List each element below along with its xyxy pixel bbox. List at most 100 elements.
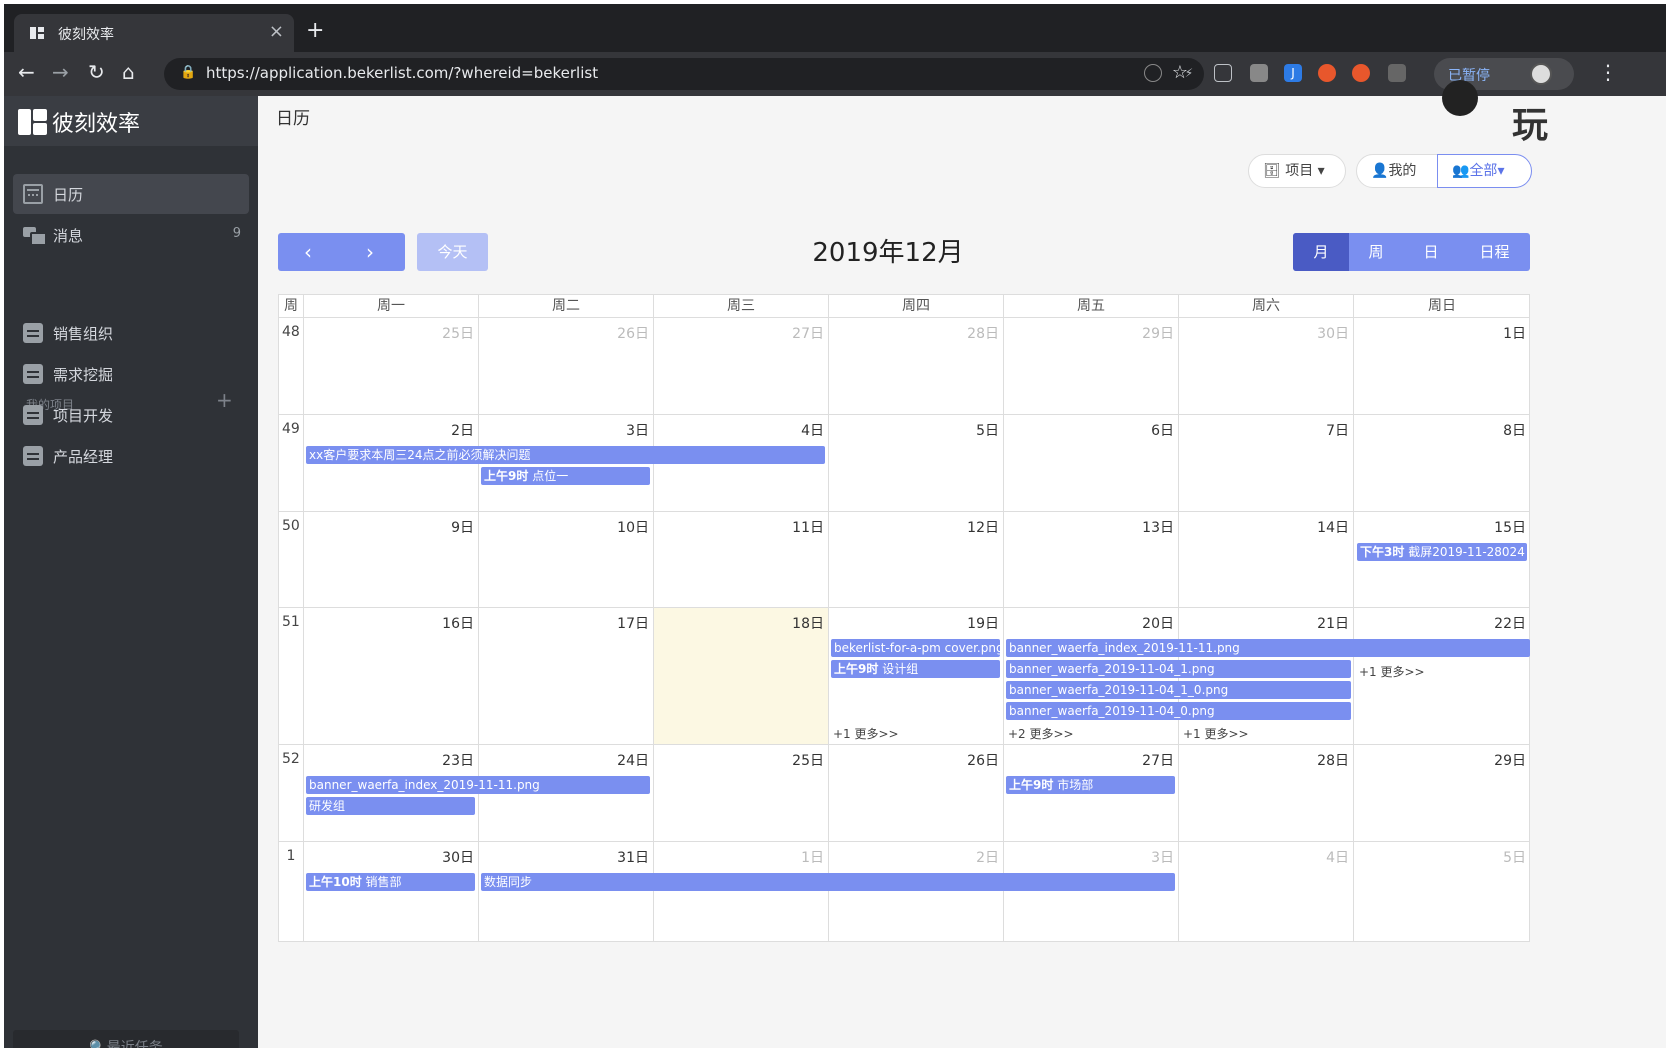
view-week-button[interactable]: 周 [1349, 233, 1403, 271]
day-cell[interactable]: 17日 [479, 608, 654, 745]
day-cell[interactable]: 1日 [1354, 318, 1530, 415]
day-cell[interactable]: 26日 [829, 745, 1004, 842]
day-cell[interactable]: 2日 [829, 842, 1004, 942]
extension-bolt-icon[interactable]: ⚡ [1180, 64, 1198, 82]
day-cell[interactable]: 8日 [1354, 415, 1530, 512]
calendar-event[interactable]: banner_waerfa_2019-11-04_1_0.png [1006, 681, 1351, 699]
view-day-button[interactable]: 日 [1403, 233, 1459, 271]
weekday-header: 周二 [479, 295, 654, 318]
extension-orange2-icon[interactable] [1352, 64, 1370, 82]
url-text: https://application.bekerlist.com/?where… [206, 64, 599, 82]
day-cell[interactable]: 5日 [829, 415, 1004, 512]
new-tab-icon[interactable]: + [306, 18, 324, 43]
browser-tab[interactable]: 彼刻效率 × [14, 14, 294, 52]
day-cell[interactable]: 30日 [1179, 318, 1354, 415]
calendar-event[interactable]: banner_waerfa_index_2019-11-11.png [306, 776, 650, 794]
day-cell[interactable]: 25日 [654, 745, 829, 842]
sidebar-item-calendar[interactable]: 日历 [13, 174, 249, 214]
extension-i-icon[interactable] [1214, 64, 1232, 82]
day-cell[interactable]: 4日 [1179, 842, 1354, 942]
day-number: 12日 [967, 520, 999, 536]
calendar-event[interactable]: 上午10时 销售部 [306, 873, 475, 891]
day-cell[interactable]: 26日 [479, 318, 654, 415]
day-cell[interactable]: 7日 [1179, 415, 1354, 512]
floating-app-icon[interactable] [1442, 80, 1478, 116]
weekday-header: 周三 [654, 295, 829, 318]
calendar-event[interactable]: 上午9时 设计组 [831, 660, 1000, 678]
day-cell[interactable]: 28日 [1179, 745, 1354, 842]
day-cell[interactable]: 16日 [304, 608, 479, 745]
event-title: 点位一 [532, 469, 569, 483]
day-cell[interactable]: 1日 [654, 842, 829, 942]
day-number: 15日 [1494, 520, 1526, 536]
sidebar-item-project[interactable]: 产品经理 [13, 436, 249, 476]
extension-leaf-icon[interactable] [1250, 64, 1268, 82]
more-events-link[interactable]: +1 更多>> [1183, 725, 1249, 742]
more-events-link[interactable]: +1 更多>> [1359, 663, 1425, 680]
mine-filter-button[interactable]: 👤我的 [1356, 154, 1438, 188]
event-time: 下午3时 [1360, 545, 1405, 559]
message-count-badge: 9 [232, 226, 241, 241]
calendar-event[interactable]: xx客户要求本周三24点之前必须解决问题 [306, 446, 825, 464]
day-cell[interactable]: 31日 [479, 842, 654, 942]
day-number: 10日 [617, 520, 649, 536]
more-events-link[interactable]: +2 更多>> [1008, 725, 1074, 742]
extension-info-icon[interactable] [1144, 64, 1162, 82]
day-number: 29日 [1494, 753, 1526, 769]
calendar-event[interactable]: 研发组 [306, 797, 475, 815]
day-cell[interactable]: 6日 [1004, 415, 1179, 512]
recent-tasks-button[interactable]: 🔍最近任务 [13, 1030, 239, 1048]
day-cell[interactable]: 5日 [1354, 842, 1530, 942]
day-number: 16日 [442, 616, 474, 632]
day-number: 17日 [617, 616, 649, 632]
calendar-event[interactable]: banner_waerfa_2019-11-04_0.png [1006, 702, 1351, 720]
calendar-event[interactable]: 上午9时 市场部 [1006, 776, 1175, 794]
day-cell[interactable]: 9日 [304, 512, 479, 608]
event-time: 上午10时 [309, 875, 362, 889]
view-agenda-button[interactable]: 日程 [1459, 233, 1530, 271]
calendar-event[interactable]: banner_waerfa_2019-11-04_1.png [1006, 660, 1351, 678]
week-number: 1 [279, 842, 304, 942]
more-events-link[interactable]: +1 更多>> [833, 725, 899, 742]
calendar-event[interactable]: bekerlist-for-a-pm cover.png [831, 639, 1000, 657]
calendar-event[interactable]: 数据同步 [481, 873, 1175, 891]
day-cell[interactable]: 13日 [1004, 512, 1179, 608]
calendar-event[interactable]: banner_waerfa_index_2019-11-11.png [1006, 639, 1530, 657]
sidebar-item-project[interactable]: 项目开发 [13, 395, 249, 435]
address-bar[interactable]: 🔒 https://application.bekerlist.com/?whe… [164, 58, 1204, 90]
back-icon[interactable]: ← [18, 60, 35, 84]
calendar-event[interactable]: 上午9时 点位一 [481, 467, 650, 485]
forward-icon[interactable]: → [52, 60, 69, 84]
all-filter-button[interactable]: 👥全部▾ [1437, 154, 1532, 188]
day-cell[interactable]: 27日 [654, 318, 829, 415]
week-number: 48 [279, 318, 304, 415]
day-cell[interactable]: 10日 [479, 512, 654, 608]
day-cell[interactable]: 25日 [304, 318, 479, 415]
home-icon[interactable]: ⌂ [122, 60, 135, 84]
day-number: 1日 [801, 850, 824, 866]
sidebar-item-project[interactable]: 需求挖掘 [13, 354, 249, 394]
day-number: 23日 [442, 753, 474, 769]
day-number: 21日 [1317, 616, 1349, 632]
calendar-event[interactable]: 下午3时 截屏2019-11-28024 [1357, 543, 1527, 561]
project-filter-dropdown[interactable]: 🗄 项目 ▾ [1248, 154, 1346, 188]
browser-menu-icon[interactable]: ⋮ [1598, 60, 1618, 84]
day-cell[interactable]: 28日 [829, 318, 1004, 415]
view-month-button[interactable]: 月 [1293, 233, 1349, 271]
sidebar-item-messages[interactable]: 消息 9 [13, 215, 249, 255]
reload-icon[interactable]: ↻ [88, 60, 105, 84]
day-cell[interactable]: 3日 [1004, 842, 1179, 942]
day-cell[interactable]: 30日 [304, 842, 479, 942]
day-cell-today[interactable]: 18日 [654, 608, 829, 745]
tab-close-icon[interactable]: × [269, 21, 284, 42]
day-cell[interactable]: 11日 [654, 512, 829, 608]
extension-j-icon[interactable]: J [1284, 64, 1302, 82]
extension-gear-icon[interactable] [1388, 64, 1406, 82]
day-cell[interactable]: 14日 [1179, 512, 1354, 608]
sidebar-item-project[interactable]: 销售组织 [13, 313, 249, 353]
day-cell[interactable]: 29日 [1004, 318, 1179, 415]
day-cell[interactable]: 12日 [829, 512, 1004, 608]
extension-orange-icon[interactable] [1318, 64, 1336, 82]
day-cell[interactable]: 29日 [1354, 745, 1530, 842]
day-number: 28日 [1317, 753, 1349, 769]
